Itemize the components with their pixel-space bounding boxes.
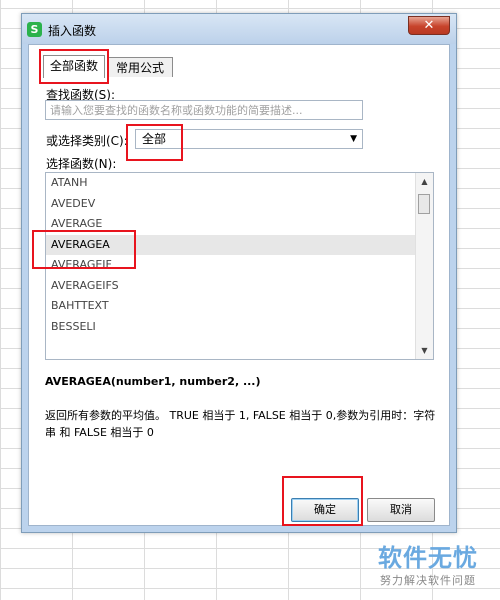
function-description: 返回所有参数的平均值。 TRUE 相当于 1, FALSE 相当于 0,参数为引… (45, 409, 436, 439)
dialog-title: 插入函数 (48, 24, 97, 38)
category-selected-value: 全部 (142, 132, 167, 146)
tab-common-formulas[interactable]: 常用公式 (107, 57, 173, 77)
scroll-up-icon[interactable]: ▲ (416, 173, 433, 190)
function-signature: AVERAGEA(number1, number2, ...) (45, 375, 261, 388)
function-item[interactable]: AVERAGEIF (46, 255, 416, 276)
function-item[interactable]: AVERAGEIFS (46, 276, 416, 297)
function-item[interactable]: AVEDEV (46, 194, 416, 215)
function-list-label: 选择函数(N): (46, 157, 117, 171)
category-select[interactable]: 全部 ▼ (135, 129, 363, 149)
cancel-button[interactable]: 取消 (367, 498, 435, 522)
function-item[interactable]: AVERAGE (46, 214, 416, 235)
function-item[interactable]: ATANH (46, 173, 416, 194)
dialog-title-bar: S 插入函数 ✕ (22, 14, 456, 44)
watermark-logo: 软件无忧 努力解决软件问题 (372, 538, 492, 593)
search-input[interactable] (45, 100, 363, 120)
scroll-thumb[interactable] (418, 194, 430, 214)
scroll-down-icon[interactable]: ▼ (416, 342, 433, 359)
tab-all-functions[interactable]: 全部函数 (43, 55, 105, 78)
close-button[interactable]: ✕ (408, 16, 450, 35)
watermark-title: 软件无忧 (378, 544, 478, 572)
function-item-selected[interactable]: AVERAGEA (46, 234, 416, 255)
watermark-subtitle: 努力解决软件问题 (380, 574, 476, 587)
function-list-scrollbar[interactable]: ▲ ▼ (415, 173, 433, 359)
chevron-down-icon: ▼ (350, 134, 357, 144)
function-list[interactable]: ATANH AVEDEV AVERAGE AVERAGEA AVERAGEIF … (45, 172, 434, 360)
ok-button[interactable]: 确定 (291, 498, 359, 522)
function-item[interactable]: BAHTTEXT (46, 296, 416, 317)
function-list-items: ATANH AVEDEV AVERAGE AVERAGEA AVERAGEIF … (46, 173, 416, 337)
category-label: 或选择类别(C): (46, 134, 128, 148)
insert-function-dialog: S 插入函数 ✕ 全部函数 常用公式 查找函数(S): 或选择类别(C): 全部… (21, 13, 457, 533)
function-item[interactable]: BESSELI (46, 317, 416, 338)
wps-app-icon: S (27, 22, 42, 37)
